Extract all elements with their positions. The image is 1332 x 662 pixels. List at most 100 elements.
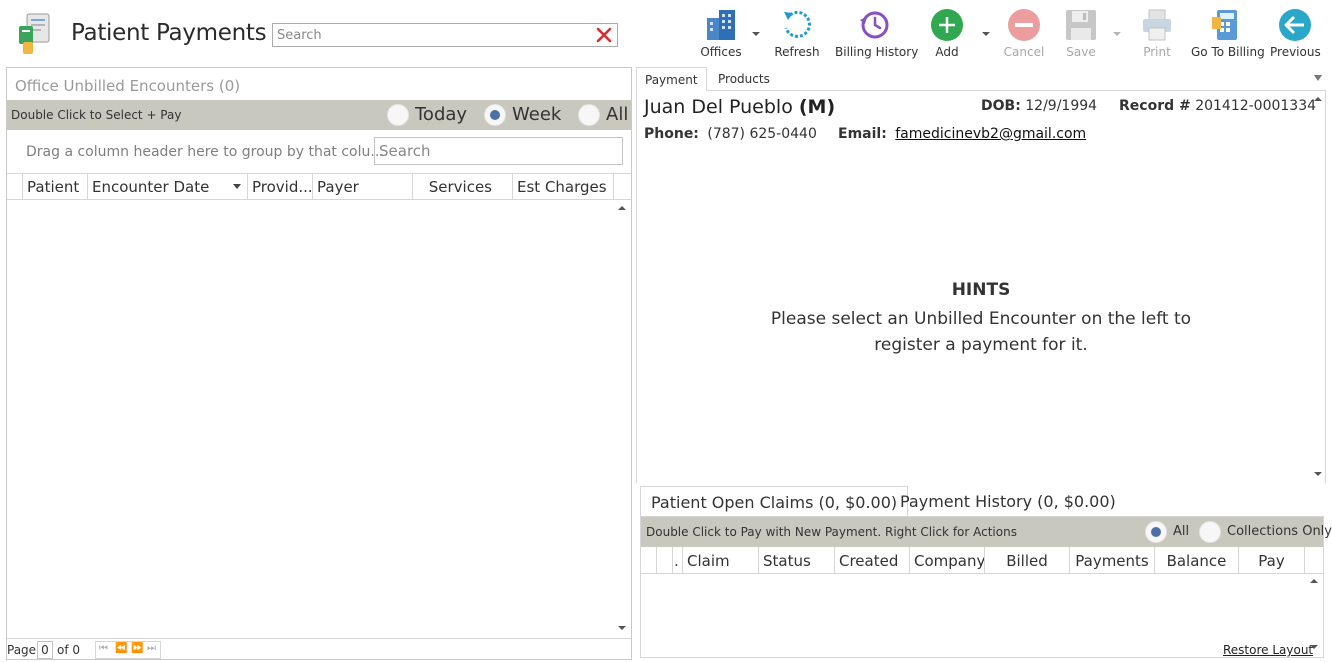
encounters-search-box[interactable] [374, 137, 623, 165]
email-label: Email: [838, 126, 887, 142]
offices-button[interactable]: Offices [696, 6, 746, 62]
previous-button[interactable]: Previous [1270, 6, 1321, 62]
page-label: Page [7, 643, 37, 657]
detail-scroll-down-icon[interactable] [1313, 470, 1323, 478]
dob-label: DOB: [981, 98, 1021, 114]
open-claims-panel: Double Click to Pay with New Payment. Ri… [640, 516, 1332, 658]
column-flag[interactable]: . [673, 547, 683, 573]
payment-panel: Juan Del Pueblo (M) DOB: 12/9/1994 Recor… [636, 91, 1326, 483]
cancel-label: Cancel [1003, 45, 1045, 59]
patient-dob: DOB: 12/9/1994 [981, 98, 1097, 114]
encounters-search-input[interactable] [375, 138, 622, 164]
restore-layout-link[interactable]: Restore Layout [1223, 643, 1313, 657]
print-button[interactable]: Print [1134, 6, 1180, 62]
add-plus-icon [931, 9, 963, 41]
claims-filter-all-label: All [1173, 524, 1190, 539]
radio-dot [1145, 521, 1167, 543]
group-by-drop-zone[interactable]: Drag a column header here to group by th… [26, 144, 384, 160]
back-arrow-icon [1279, 9, 1311, 41]
tab-patient-open-claims[interactable]: Patient Open Claims (0, $0.00) [640, 486, 909, 517]
patient-name: Juan Del Pueblo (M) [644, 96, 835, 118]
column-payer[interactable]: Payer [313, 174, 413, 199]
prev-page-icon[interactable]: ⏪ [115, 643, 127, 654]
print-label: Print [1143, 45, 1171, 59]
tab-products[interactable]: Products [710, 67, 778, 91]
add-label: Add [935, 45, 959, 59]
patient-payments-app-icon [17, 12, 57, 56]
go-to-billing-label: Go To Billing [1191, 45, 1265, 59]
patient-name-text: Juan Del Pueblo [644, 96, 793, 118]
claims-hint: Double Click to Pay with New Payment. Ri… [646, 525, 1017, 539]
phone-value: (787) 625-0440 [707, 126, 817, 142]
patient-phone: Phone: (787) 625-0440 [644, 126, 817, 142]
page-number-input[interactable]: 0 [37, 641, 53, 659]
save-dropdown-icon[interactable] [1112, 30, 1122, 38]
first-page-icon[interactable]: ⏮ [99, 643, 108, 654]
pager-navigation: ⏮ ⏪ ⏩ ⏭ [95, 641, 161, 659]
cancel-minus-icon [1008, 9, 1040, 41]
column-claim[interactable]: Claim [683, 547, 759, 573]
column-encounter-date[interactable]: Encounter Date [88, 174, 248, 199]
billing-history-label: Billing History [835, 45, 919, 59]
column-patient[interactable]: Patient [23, 174, 88, 199]
filter-today-label: Today [415, 104, 468, 125]
patient-search-input[interactable] [273, 24, 583, 47]
email-link[interactable]: famedicinevb2@gmail.com [895, 126, 1086, 142]
save-button[interactable]: Save [1058, 6, 1104, 62]
refresh-button[interactable]: Refresh [772, 6, 822, 62]
detail-scroll-up-icon[interactable] [1313, 95, 1323, 103]
offices-building-icon [707, 10, 735, 40]
scroll-up-icon[interactable] [617, 204, 627, 212]
filter-week-label: Week [512, 104, 562, 125]
refresh-label: Refresh [774, 45, 820, 59]
next-page-icon[interactable]: ⏩ [131, 643, 143, 654]
column-status[interactable]: Status [759, 547, 835, 573]
tab-payment-history[interactable]: Payment History (0, $0.00) [890, 486, 1126, 517]
column-company[interactable]: Company [910, 547, 985, 573]
go-to-billing-button[interactable]: Go To Billing [1191, 6, 1265, 62]
tabs-overflow-icon[interactable] [1314, 75, 1322, 81]
encounters-filter-bar: Double Click to Select + Pay Today Week … [7, 100, 631, 130]
filter-all-label: All [606, 104, 629, 125]
radio-dot [387, 104, 409, 126]
hints-text: Please select an Unbilled Encounter on t… [770, 309, 1192, 355]
column-payments[interactable]: Payments [1070, 547, 1155, 573]
billing-history-button[interactable]: Billing History [835, 6, 919, 62]
add-dropdown-icon[interactable] [981, 30, 991, 38]
unbilled-encounters-title: Office Unbilled Encounters (0) [15, 77, 241, 95]
claims-grid-header: . Claim Status Created Company Billed Pa… [641, 547, 1323, 574]
column-billed[interactable]: Billed [985, 547, 1070, 573]
last-page-icon[interactable]: ⏭ [147, 643, 156, 654]
column-pay[interactable]: Pay [1239, 547, 1305, 573]
encounters-pager: Page 0 of 0 ⏮ ⏪ ⏩ ⏭ [7, 638, 631, 660]
column-created[interactable]: Created [835, 547, 910, 573]
patient-search-box[interactable] [272, 23, 618, 47]
add-button[interactable]: Add [924, 6, 970, 62]
claims-scroll-up-icon[interactable] [1309, 577, 1319, 585]
history-clock-icon [860, 11, 889, 39]
hints-title: HINTS [951, 280, 1011, 300]
printer-icon [1143, 9, 1171, 41]
claims-tabs: Patient Open Claims (0, $0.00) Payment H… [640, 486, 1324, 517]
column-services[interactable]: Services [413, 174, 513, 199]
column-est-charges[interactable]: Est Charges [513, 174, 614, 199]
billing-calculator-icon [1212, 10, 1237, 40]
page-title: Patient Payments [71, 20, 267, 46]
claims-expand-column [657, 547, 673, 573]
encounters-grid-header: Patient Encounter Date Provid... Payer S… [7, 173, 631, 200]
offices-dropdown-icon[interactable] [751, 30, 761, 38]
column-balance[interactable]: Balance [1155, 547, 1239, 573]
scroll-down-icon[interactable] [617, 624, 627, 632]
cancel-button[interactable]: Cancel [1001, 6, 1047, 62]
clear-search-icon[interactable] [594, 25, 614, 45]
column-encounter-date-label: Encounter Date [92, 178, 210, 196]
column-provider[interactable]: Provid... [248, 174, 313, 199]
save-label: Save [1066, 45, 1096, 59]
sort-descending-icon [233, 184, 241, 189]
claims-row-indicator-column [641, 547, 657, 573]
tab-payment[interactable]: Payment [636, 67, 707, 91]
claims-filter-collections-label: Collections Only [1227, 524, 1332, 539]
patient-sex: (M) [798, 96, 836, 118]
patient-email: Email: famedicinevb2@gmail.com [838, 126, 1086, 142]
radio-dot [1199, 521, 1221, 543]
